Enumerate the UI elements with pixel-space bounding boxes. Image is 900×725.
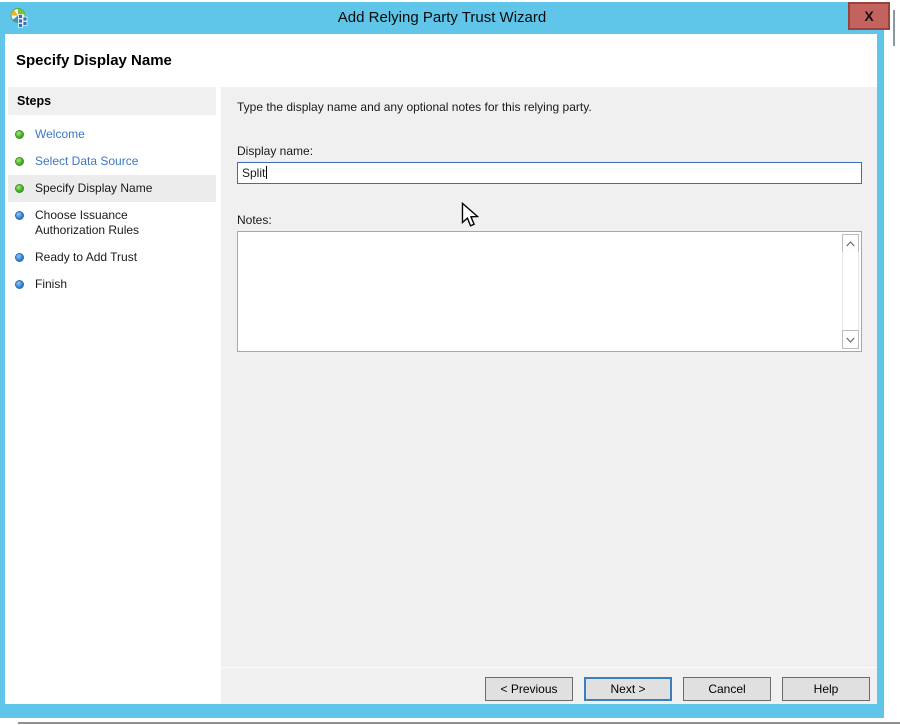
close-button[interactable]: X — [848, 2, 890, 30]
help-button[interactable]: Help — [782, 677, 870, 701]
step-pending-dot-icon — [15, 280, 24, 289]
button-bar-separator — [221, 667, 877, 668]
step-completed-dot-icon — [15, 184, 24, 193]
display-name-label: Display name: — [237, 144, 313, 158]
background-window-edge — [893, 10, 895, 46]
cancel-button[interactable]: Cancel — [683, 677, 771, 701]
scroll-down-button[interactable] — [842, 330, 859, 349]
step-item-select-data-source[interactable]: Select Data Source — [8, 148, 216, 175]
display-name-value: Split — [242, 166, 265, 180]
page-title: Specify Display Name — [16, 52, 172, 69]
chevron-down-icon — [846, 337, 855, 343]
notes-label: Notes: — [237, 213, 272, 227]
page-header: Specify Display Name — [5, 34, 877, 87]
window-title: Add Relying Party Trust Wizard — [0, 2, 884, 34]
steps-heading: Steps — [8, 87, 216, 115]
step-item-specify-display-name[interactable]: Specify Display Name — [8, 175, 216, 202]
steps-list: Welcome Select Data Source Specify Displ… — [5, 121, 216, 298]
display-name-input[interactable]: Split — [237, 162, 862, 184]
intro-text: Type the display name and any optional n… — [237, 100, 592, 114]
text-caret — [266, 166, 267, 179]
wizard-body: Specify Display Name Steps Welcome Selec… — [5, 34, 877, 704]
step-item-finish: Finish — [8, 271, 216, 298]
chevron-up-icon — [846, 241, 855, 247]
next-button[interactable]: Next > — [584, 677, 672, 701]
main-panel: Type the display name and any optional n… — [221, 87, 877, 704]
steps-panel: Steps Welcome Select Data Source Specify… — [5, 87, 216, 704]
step-pending-dot-icon — [15, 211, 24, 220]
scroll-up-button[interactable] — [842, 234, 859, 253]
step-pending-dot-icon — [15, 253, 24, 262]
notes-scrollbar[interactable] — [842, 234, 859, 349]
step-item-ready-to-add-trust: Ready to Add Trust — [8, 244, 216, 271]
step-item-choose-issuance-authorization-rules: Choose Issuance Authorization Rules — [8, 202, 216, 244]
background-window-edge — [18, 722, 900, 724]
step-completed-dot-icon — [15, 157, 24, 166]
previous-button[interactable]: < Previous — [485, 677, 573, 701]
wizard-window: Add Relying Party Trust Wizard X Specify… — [0, 2, 884, 718]
step-item-welcome[interactable]: Welcome — [8, 121, 216, 148]
button-bar: < Previous Next > Cancel Help — [485, 677, 870, 701]
step-completed-dot-icon — [15, 130, 24, 139]
notes-textarea[interactable] — [237, 231, 862, 352]
titlebar[interactable]: Add Relying Party Trust Wizard X — [0, 2, 884, 34]
scrollbar-track[interactable] — [842, 252, 859, 331]
